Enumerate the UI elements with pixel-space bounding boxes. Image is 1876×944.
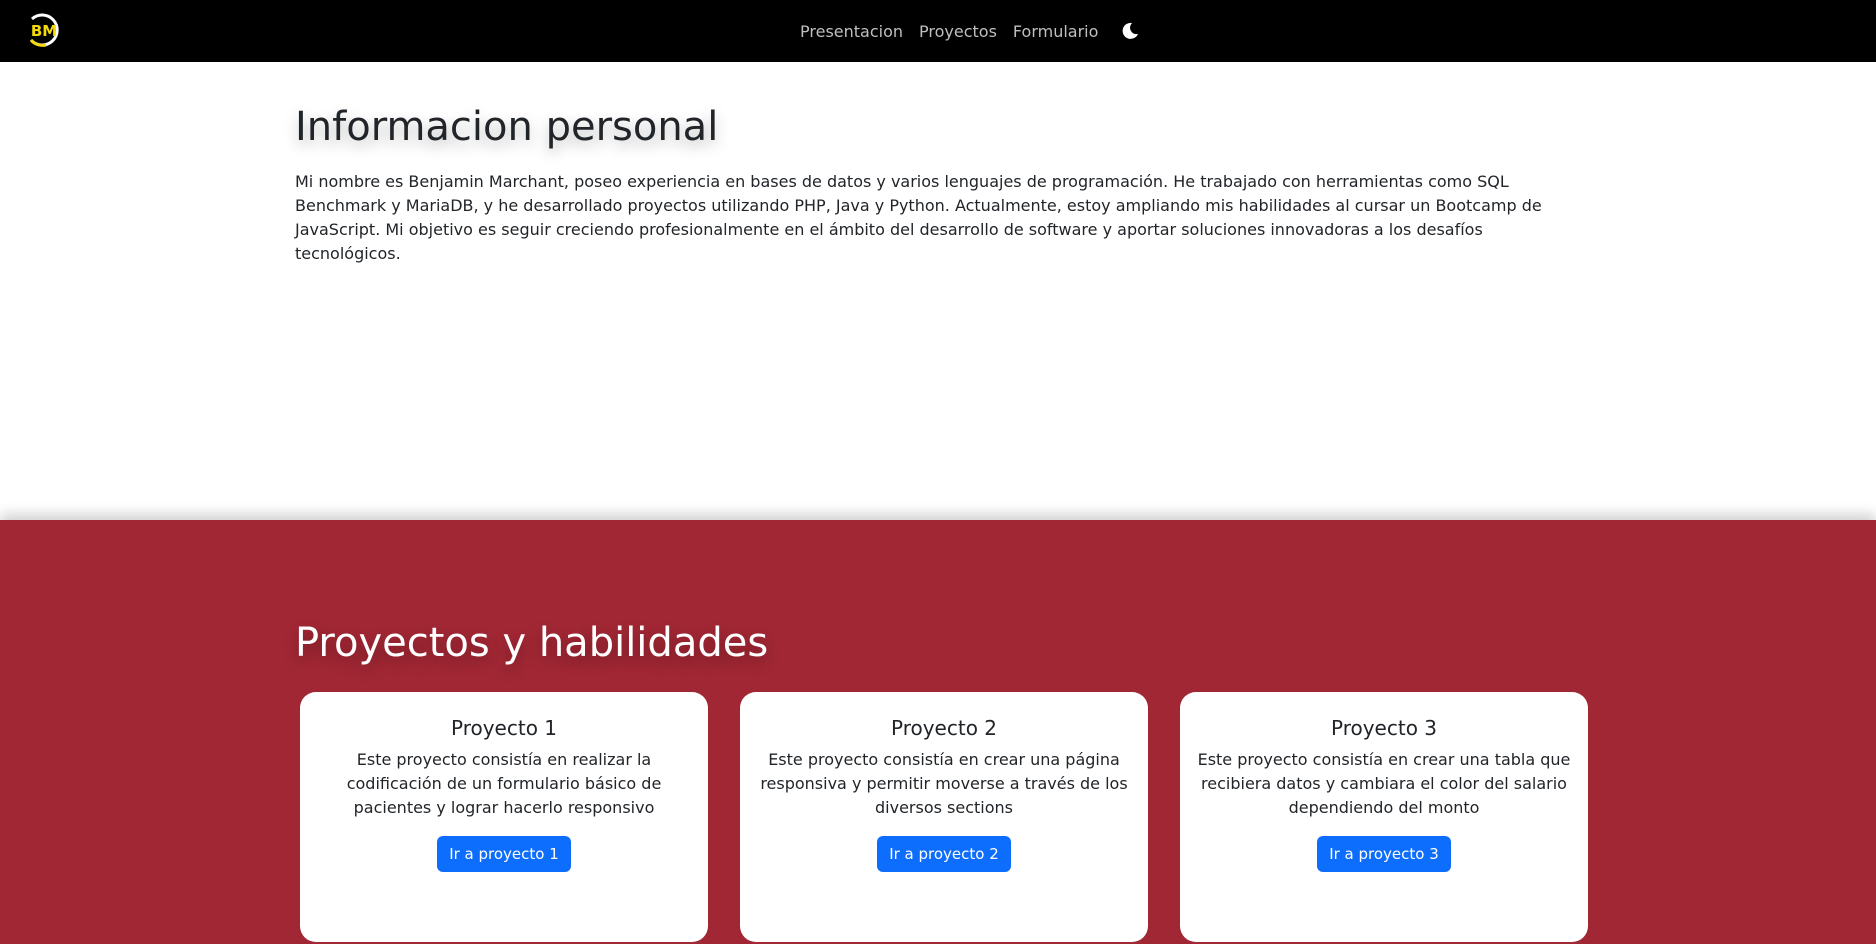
project-card-1: Proyecto 1 Este proyecto consistía en re… — [300, 692, 708, 942]
nav-links: Presentacion Proyectos Formulario — [800, 0, 1140, 62]
nav-link-proyectos[interactable]: Proyectos — [919, 22, 997, 41]
navbar: BM Presentacion Proyectos Formulario — [0, 0, 1876, 62]
info-paragraph: Mi nombre es Benjamin Marchant, poseo ex… — [295, 172, 1542, 263]
card-title: Proyecto 2 — [890, 716, 998, 740]
card-title: Proyecto 1 — [450, 716, 558, 740]
info-section: Informacion personal Mi nombre es Benjam… — [0, 62, 1876, 520]
project-card-3: Proyecto 3 Este proyecto consistía en cr… — [1180, 692, 1588, 942]
card-text: Este proyecto consistía en crear una pág… — [760, 750, 1128, 817]
card-title: Proyecto 3 — [1330, 716, 1438, 740]
project-card-2: Proyecto 2 Este proyecto consistía en cr… — [740, 692, 1148, 942]
nav-link-formulario[interactable]: Formulario — [1013, 22, 1099, 41]
nav-link-presentacion[interactable]: Presentacion — [800, 22, 903, 41]
projects-title: Proyectos y habilidades — [295, 620, 769, 666]
card-text: Este proyecto consistía en crear una tab… — [1197, 750, 1571, 817]
logo-text: BM — [31, 22, 57, 40]
project-2-button[interactable]: Ir a proyecto 2 — [877, 836, 1011, 872]
moon-icon[interactable] — [1120, 21, 1140, 41]
project-3-button[interactable]: Ir a proyecto 3 — [1317, 836, 1451, 872]
info-title: Informacion personal — [295, 104, 719, 150]
project-1-button[interactable]: Ir a proyecto 1 — [437, 836, 571, 872]
logo-icon[interactable]: BM — [24, 10, 64, 50]
card-text: Este proyecto consistía en realizar la c… — [346, 750, 662, 817]
projects-section: Proyectos y habilidades Proyecto 1 Este … — [0, 520, 1876, 944]
